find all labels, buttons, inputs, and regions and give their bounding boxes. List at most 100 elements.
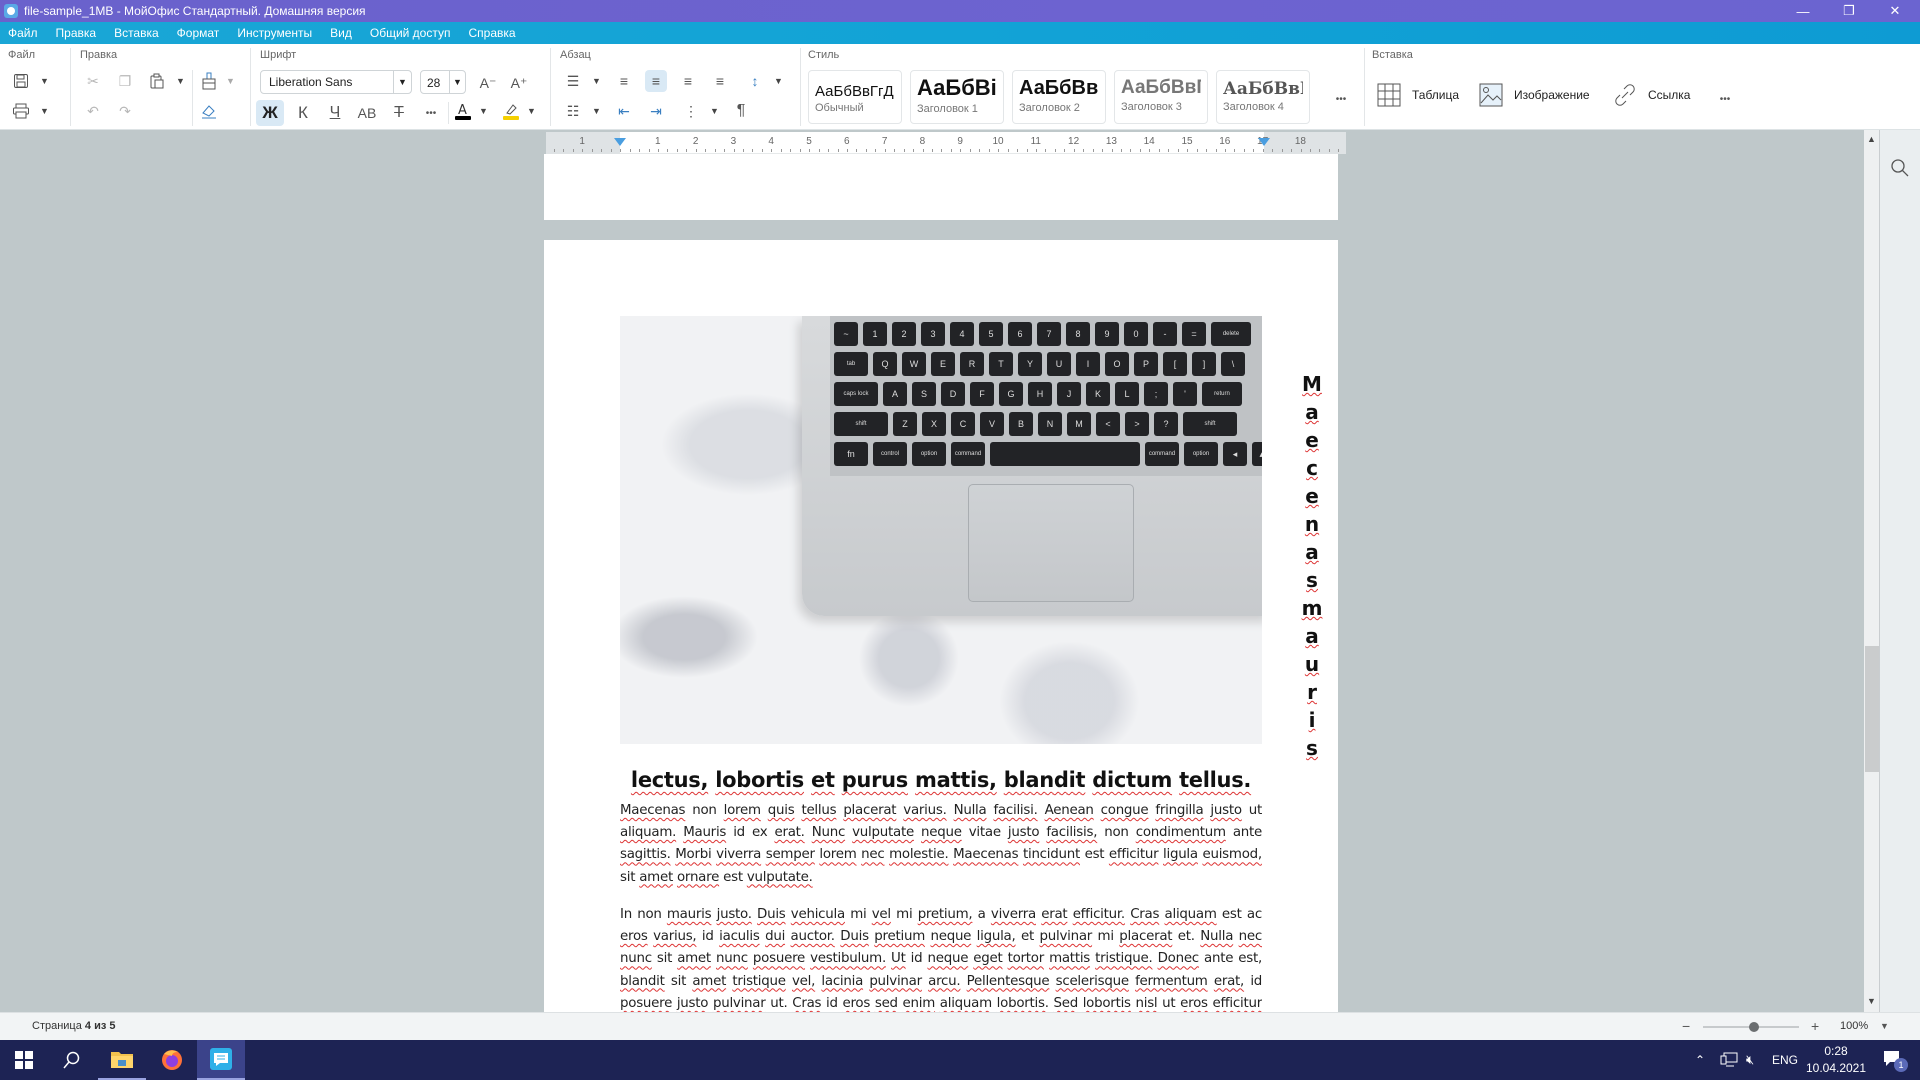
taskbar-file-explorer[interactable] bbox=[98, 1040, 146, 1080]
font-family-select[interactable]: Liberation Sans ▼ bbox=[260, 70, 412, 94]
highlight-dropdown-chevron-icon[interactable]: ▼ bbox=[527, 106, 536, 116]
font-color-dropdown-chevron-icon[interactable]: ▼ bbox=[479, 106, 488, 116]
paragraph-spacing-icon[interactable]: ⋮ bbox=[680, 100, 702, 122]
zoom-slider-handle[interactable] bbox=[1748, 1022, 1759, 1032]
italic-button[interactable]: К bbox=[292, 102, 314, 124]
align-right-icon[interactable]: ≡ bbox=[677, 70, 699, 92]
strikethrough-button[interactable]: Т bbox=[388, 102, 410, 124]
style-heading-4[interactable]: АаБбВвГ Заголовок 4 bbox=[1216, 70, 1310, 124]
scrollbar-thumb[interactable] bbox=[1865, 646, 1879, 772]
start-button[interactable] bbox=[0, 1040, 48, 1080]
network-icon[interactable] bbox=[1720, 1040, 1738, 1080]
clear-formatting-eraser-icon[interactable] bbox=[198, 100, 220, 122]
clock[interactable]: 0:28 10.04.2021 bbox=[1806, 1040, 1866, 1080]
taskbar-myoffice[interactable] bbox=[197, 1040, 245, 1080]
ruler-tick bbox=[790, 149, 792, 152]
font-size-select[interactable]: 28 ▼ bbox=[420, 70, 466, 94]
menu-tools[interactable]: Инструменты bbox=[237, 26, 312, 40]
menu-file[interactable]: Файл bbox=[8, 26, 38, 40]
menu-insert[interactable]: Вставка bbox=[114, 26, 159, 40]
minimize-button[interactable]: — bbox=[1780, 0, 1826, 22]
tray-show-hidden-icons[interactable]: ⌃ bbox=[1695, 1040, 1705, 1080]
more-insert-button[interactable]: ••• bbox=[1714, 88, 1736, 110]
scroll-down-chevron-icon[interactable]: ▼ bbox=[1867, 996, 1876, 1006]
highlight-color-icon[interactable] bbox=[500, 100, 522, 122]
restore-button[interactable]: ❐ bbox=[1826, 0, 1872, 22]
zoom-dropdown-chevron-icon[interactable]: ▼ bbox=[1880, 1021, 1889, 1031]
volume-muted-icon[interactable]: 🔇︎ bbox=[1746, 1040, 1754, 1080]
taskbar-firefox[interactable] bbox=[148, 1040, 196, 1080]
decrease-indent-icon[interactable]: ⇤ bbox=[613, 100, 635, 122]
notifications-button[interactable]: 1 bbox=[1878, 1040, 1908, 1080]
taskbar-search-button[interactable] bbox=[48, 1040, 96, 1080]
insert-image-button[interactable]: Изображение bbox=[1478, 82, 1590, 108]
format-painter-dropdown-chevron-icon[interactable]: ▼ bbox=[226, 76, 235, 86]
vertical-scrollbar[interactable]: ▲ ▼ bbox=[1864, 130, 1880, 1012]
chevron-down-icon[interactable]: ▼ bbox=[393, 71, 411, 93]
document-heading[interactable]: lectus, lobortis et purus mattis, blandi… bbox=[620, 768, 1262, 792]
document-image-laptop[interactable]: ~1 2 3 4 5 6 7 8 9 0- = delete tab Q W E R T Y U I O P[] \ caps … bbox=[620, 316, 1262, 744]
bold-button[interactable]: Ж bbox=[256, 100, 284, 126]
shrink-font-button[interactable]: A⁻ bbox=[477, 72, 499, 94]
align-center-icon[interactable]: ≡ bbox=[645, 70, 667, 92]
bullet-list-icon[interactable]: ☰ bbox=[562, 70, 584, 92]
align-justify-icon[interactable]: ≡ bbox=[709, 70, 731, 92]
all-caps-button[interactable]: АВ bbox=[356, 102, 378, 124]
menu-help[interactable]: Справка bbox=[468, 26, 515, 40]
zoom-slider[interactable] bbox=[1703, 1022, 1799, 1032]
close-button[interactable]: ✕ bbox=[1872, 0, 1918, 22]
save-dropdown-chevron-icon[interactable]: ▼ bbox=[40, 76, 49, 86]
menu-edit[interactable]: Правка bbox=[56, 26, 97, 40]
align-left-icon[interactable]: ≡ bbox=[613, 70, 635, 92]
font-color-icon[interactable]: A bbox=[452, 100, 474, 122]
menu-format[interactable]: Формат bbox=[177, 26, 220, 40]
numbered-list-icon[interactable]: ☷ bbox=[562, 100, 584, 122]
menu-share[interactable]: Общий доступ bbox=[370, 26, 451, 40]
redo-icon[interactable]: ↷ bbox=[114, 100, 136, 122]
increase-indent-icon[interactable]: ⇥ bbox=[645, 100, 667, 122]
copy-icon[interactable]: ❐ bbox=[114, 70, 136, 92]
paragraph-spacing-dropdown-chevron-icon[interactable]: ▼ bbox=[710, 106, 719, 116]
more-font-options-button[interactable]: ••• bbox=[420, 102, 442, 124]
grow-font-button[interactable]: A⁺ bbox=[508, 72, 530, 94]
document-paragraph-2[interactable]: In non mauris justo. Duis vehicula mi ve… bbox=[620, 904, 1262, 1012]
scroll-up-chevron-icon[interactable]: ▲ bbox=[1867, 134, 1876, 144]
print-dropdown-chevron-icon[interactable]: ▼ bbox=[40, 106, 49, 116]
zoom-in-button[interactable]: + bbox=[1811, 1018, 1819, 1034]
style-heading-3[interactable]: АаБбВвГ Заголовок 3 bbox=[1114, 70, 1208, 124]
underline-button[interactable]: Ч bbox=[324, 102, 346, 124]
keyboard-language[interactable]: ENG bbox=[1772, 1040, 1798, 1080]
show-formatting-marks-icon[interactable]: ¶ bbox=[730, 100, 752, 122]
search-icon[interactable] bbox=[1890, 158, 1910, 183]
zoom-out-button[interactable]: − bbox=[1682, 1018, 1690, 1034]
menu-view[interactable]: Вид bbox=[330, 26, 352, 40]
paste-icon[interactable] bbox=[146, 70, 168, 92]
numbered-list-dropdown-chevron-icon[interactable]: ▼ bbox=[592, 106, 601, 116]
format-painter-icon[interactable] bbox=[198, 70, 220, 92]
print-icon[interactable] bbox=[10, 100, 32, 122]
more-styles-button[interactable]: ••• bbox=[1330, 88, 1352, 110]
insert-link-button[interactable]: Ссылка bbox=[1612, 82, 1690, 108]
undo-icon[interactable]: ↶ bbox=[82, 100, 104, 122]
paste-dropdown-chevron-icon[interactable]: ▼ bbox=[176, 76, 185, 86]
vertical-text-frame[interactable]: Maecenasmauris bbox=[1300, 370, 1324, 762]
line-spacing-icon[interactable]: ↕ bbox=[744, 70, 766, 92]
left-indent-marker[interactable] bbox=[614, 138, 626, 146]
insert-table-button[interactable]: Таблица bbox=[1376, 82, 1459, 108]
style-heading-2[interactable]: АаБбВв Заголовок 2 bbox=[1012, 70, 1106, 124]
vertical-text-char: i bbox=[1308, 708, 1316, 732]
style-normal[interactable]: АаБбВвГгД Обычный bbox=[808, 70, 902, 124]
ruler-tick bbox=[913, 149, 915, 152]
zoom-level[interactable]: 100% bbox=[1840, 1020, 1868, 1032]
right-indent-marker[interactable] bbox=[1258, 138, 1270, 146]
horizontal-ruler[interactable]: 1 1 2 3 4 5 6 7 8 9 10 11 12 13 14 15 16 17 18 bbox=[546, 132, 1346, 154]
style-heading-1[interactable]: АаБбВі Заголовок 1 bbox=[910, 70, 1004, 124]
save-icon[interactable] bbox=[10, 70, 32, 92]
document-paragraph-1[interactable]: Maecenas non lorem quis tellus placerat … bbox=[620, 800, 1262, 889]
ruler-tick bbox=[818, 149, 820, 152]
chevron-down-icon[interactable]: ▼ bbox=[449, 71, 465, 93]
bullet-list-dropdown-chevron-icon[interactable]: ▼ bbox=[592, 76, 601, 86]
vertical-text-char: e bbox=[1305, 428, 1319, 452]
line-spacing-dropdown-chevron-icon[interactable]: ▼ bbox=[774, 76, 783, 86]
cut-icon[interactable]: ✂ bbox=[82, 70, 104, 92]
